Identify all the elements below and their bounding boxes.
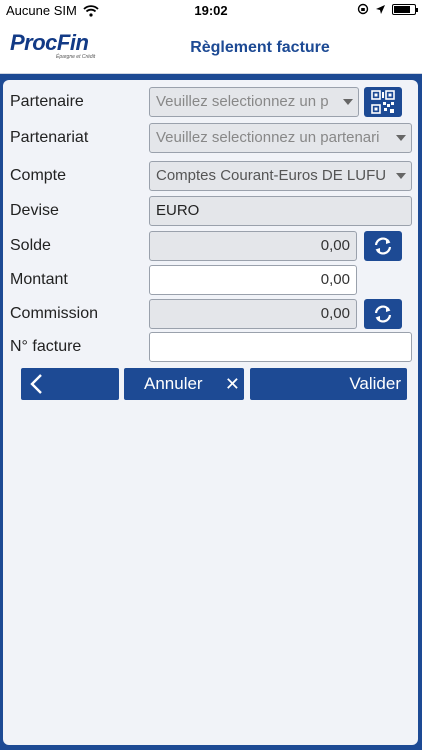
cancel-button[interactable]: Annuler ✕: [124, 368, 244, 400]
location-icon: [376, 4, 385, 14]
submit-label: Valider: [349, 374, 401, 393]
partenaire-select[interactable]: Veuillez selectionnez un p: [149, 87, 359, 117]
partenariat-select[interactable]: Veuillez selectionnez un partenari: [149, 123, 412, 153]
battery-icon: [392, 3, 418, 15]
facture-input[interactable]: [149, 332, 412, 362]
cancel-label: Annuler: [144, 374, 203, 393]
close-icon: ✕: [224, 373, 240, 394]
submit-button[interactable]: Valider: [250, 368, 407, 400]
devise-field[interactable]: EURO: [149, 196, 412, 226]
solde-field[interactable]: 0,00: [149, 231, 357, 261]
solde-label: Solde: [10, 237, 51, 254]
row-partenaire: Partenaire Veuillez selectionnez un p: [6, 87, 416, 117]
row-devise: Devise EURO: [6, 196, 416, 226]
qr-code-icon: [371, 90, 395, 114]
qr-scan-button[interactable]: [364, 87, 402, 117]
row-facture: N° facture: [6, 332, 416, 362]
rotation-lock-icon: [357, 3, 369, 15]
refresh-icon: [374, 305, 392, 323]
compte-select[interactable]: Comptes Courant-Euros DE LUFU: [149, 161, 412, 191]
row-commission: Commission 0,00: [6, 299, 416, 329]
procfin-logo: ProcFin Épargne et Crédit: [10, 30, 96, 60]
devise-label: Devise: [10, 202, 59, 219]
chevron-down-icon: [396, 135, 406, 141]
refresh-commission-button[interactable]: [364, 299, 402, 329]
chevron-down-icon: [396, 173, 406, 179]
refresh-icon: [374, 237, 392, 255]
partenariat-label: Partenariat: [10, 129, 89, 146]
commission-field[interactable]: 0,00: [149, 299, 357, 329]
app-header: ProcFin Épargne et Crédit Règlement fact…: [0, 22, 422, 74]
row-partenariat: Partenariat Veuillez selectionnez un par…: [6, 123, 416, 153]
row-solde: Solde 0,00: [6, 231, 416, 261]
row-montant: Montant 0,00: [6, 265, 416, 295]
chevron-down-icon: [343, 99, 353, 105]
partenaire-label: Partenaire: [10, 93, 84, 110]
page-title: Règlement facture: [190, 39, 330, 56]
facture-label: N° facture: [10, 338, 82, 355]
montant-label: Montant: [10, 271, 68, 288]
commission-label: Commission: [10, 305, 99, 322]
form-panel: Partenaire Veuillez selectionnez un p Pa…: [3, 80, 418, 745]
status-bar: Aucune SIM 19:02: [0, 0, 422, 22]
chevron-left-icon: [30, 374, 42, 394]
row-compte: Compte Comptes Courant-Euros DE LUFU: [6, 161, 416, 191]
back-button[interactable]: [21, 368, 119, 400]
compte-label: Compte: [10, 167, 67, 184]
montant-input[interactable]: 0,00: [149, 265, 357, 295]
refresh-solde-button[interactable]: [364, 231, 402, 261]
